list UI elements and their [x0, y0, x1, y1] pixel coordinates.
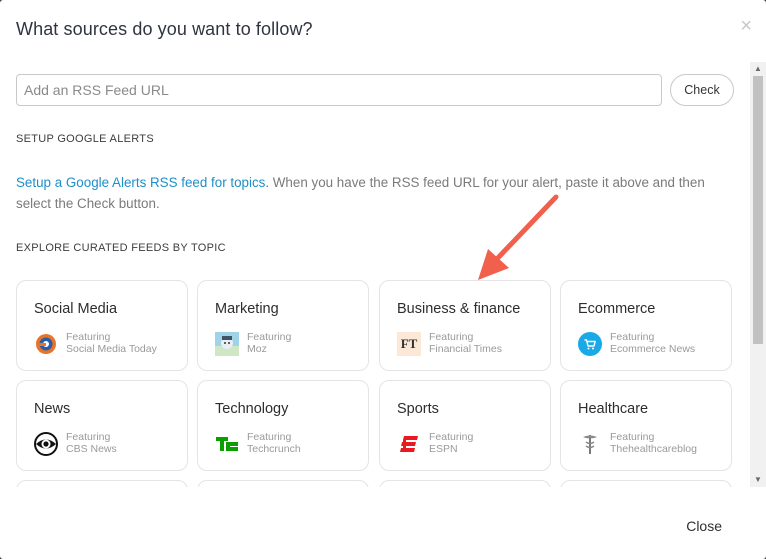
check-button[interactable]: Check [670, 74, 734, 106]
close-icon[interactable]: × [740, 16, 752, 36]
topic-title: Sports [397, 401, 439, 417]
rss-feed-url-input[interactable] [16, 74, 662, 106]
featuring-text: Featuring Moz [247, 331, 292, 355]
topic-card-more[interactable] [379, 480, 551, 487]
scroll-thumb[interactable] [753, 76, 763, 344]
topic-title: Marketing [215, 301, 279, 317]
featuring-text: Featuring CBS News [66, 431, 117, 455]
source-name: Thehealthcareblog [610, 443, 697, 455]
moz-icon [215, 332, 239, 356]
topic-title: Healthcare [578, 401, 649, 417]
curated-feeds-heading: EXPLORE CURATED FEEDS BY TOPIC [16, 242, 226, 254]
topic-card-sports[interactable]: Sports Featuring ESPN [379, 380, 551, 471]
cbs-eye-icon [34, 432, 58, 456]
source-name: ESPN [429, 443, 458, 455]
google-alerts-link[interactable]: Setup a Google Alerts RSS feed for topic… [16, 175, 269, 190]
topic-card-more[interactable] [197, 480, 369, 487]
topic-title: Social Media [34, 301, 118, 317]
dialog-title: What sources do you want to follow? [16, 19, 313, 39]
vertical-scrollbar[interactable]: ▲ ▼ [750, 62, 766, 487]
healthcare-blog-icon [578, 432, 602, 456]
espn-icon [397, 432, 421, 456]
featuring-text: Featuring Social Media Today [66, 331, 157, 355]
topic-card-business-finance[interactable]: Business & finance FT Featuring Financia… [379, 280, 551, 371]
topic-card-more[interactable] [560, 480, 732, 487]
source-name: Social Media Today [66, 343, 157, 355]
topic-card-social-media[interactable]: Social Media Featuring Social Media Toda… [16, 280, 188, 371]
topic-card-healthcare[interactable]: Healthcare Featuring Thehealthcareblog [560, 380, 732, 471]
topic-card-news[interactable]: News Featuring CBS News [16, 380, 188, 471]
topic-card-marketing[interactable]: Marketing Featuring Moz [197, 280, 369, 371]
source-name: Ecommerce News [610, 343, 696, 355]
topic-card-ecommerce[interactable]: Ecommerce Featuring Ecommerce News [560, 280, 732, 371]
scroll-down-arrow-icon[interactable]: ▼ [750, 473, 766, 487]
featuring-text: Featuring ESPN [429, 431, 474, 455]
social-media-today-icon [34, 332, 58, 356]
scroll-up-arrow-icon[interactable]: ▲ [750, 62, 766, 76]
google-alerts-help: Setup a Google Alerts RSS feed for topic… [16, 172, 738, 214]
source-name: Techcrunch [247, 443, 301, 455]
featuring-text: Featuring Thehealthcareblog [610, 431, 697, 455]
featuring-text: Featuring Ecommerce News [610, 331, 696, 355]
shopping-cart-icon [578, 332, 602, 356]
topic-title: Business & finance [397, 301, 521, 317]
topic-title: News [34, 401, 71, 417]
source-name: Financial Times [429, 343, 502, 355]
techcrunch-icon [215, 432, 239, 456]
featuring-text: Featuring Financial Times [429, 331, 502, 355]
sources-dialog: What sources do you want to follow? × Ch… [0, 0, 766, 559]
dialog-body: Check SETUP GOOGLE ALERTS Setup a Google… [0, 62, 750, 487]
financial-times-icon: FT [397, 332, 421, 356]
topic-title: Ecommerce [578, 301, 656, 317]
setup-google-alerts-heading: SETUP GOOGLE ALERTS [16, 133, 154, 145]
close-button[interactable]: Close [680, 517, 728, 535]
source-name: CBS News [66, 443, 117, 455]
source-name: Moz [247, 343, 267, 355]
topic-card-more[interactable] [16, 480, 188, 487]
topic-title: Technology [215, 401, 289, 417]
featuring-text: Featuring Techcrunch [247, 431, 301, 455]
topic-card-technology[interactable]: Technology Featuring Techcrunch [197, 380, 369, 471]
